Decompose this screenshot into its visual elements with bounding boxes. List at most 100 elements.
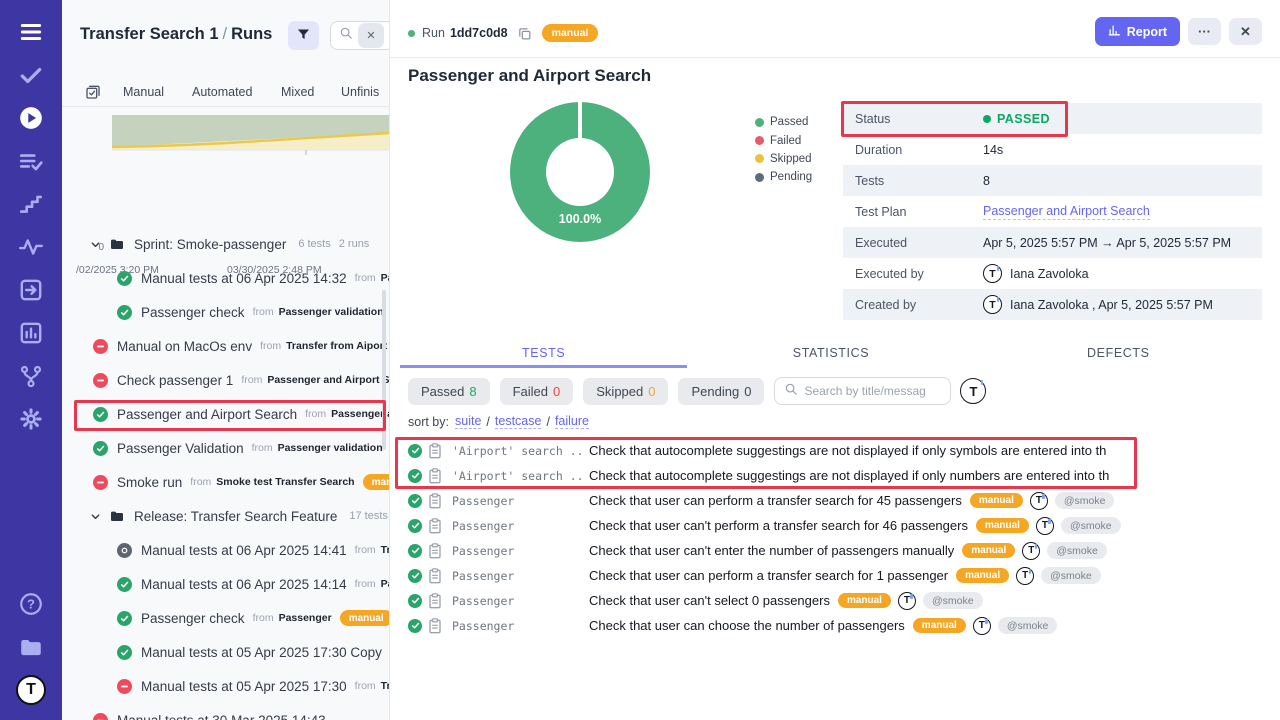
steps-icon[interactable] [0,190,62,218]
test-row[interactable]: PassengerCheck that user can perform a t… [408,488,1280,513]
tree-run-row[interactable]: Manual tests at 05 Apr 2025 17:30fromTra… [62,669,390,703]
test-row[interactable]: PassengerCheck that user can't perform a… [408,513,1280,538]
breadcrumb-project[interactable]: Transfer Search 1 [80,25,219,43]
detail-row-created-by: Created byTIana Zavoloka , Apr 5, 2025 5… [843,289,1262,320]
assignee-avatar[interactable]: T [960,378,986,404]
tree-run-row[interactable]: Passenger checkfromPassengermanual6 [62,601,390,635]
legend-label: Skipped [770,153,812,165]
detail-label: Duration [843,143,983,157]
chevron-down-icon[interactable] [90,239,101,250]
test-title[interactable]: Check that autocomplete suggestings are … [589,443,1106,458]
more-button[interactable]: ··· [1188,18,1221,45]
smoke-tag: @smoke [1055,492,1115,509]
tests-search-box[interactable] [774,377,951,405]
test-row[interactable]: 'Airport' search ...Check that autocompl… [408,463,1280,488]
results-donut-chart: 100.0% [510,102,650,242]
folder-icon[interactable] [0,633,62,661]
test-title[interactable]: Check that user can't select 0 passenger… [589,593,830,608]
tree-run-row[interactable]: Smoke runfromSmoke test Transfer Searchm… [62,465,390,499]
chevron-down-icon[interactable] [90,511,101,522]
runs-filter-tabs: Manual Automated Mixed Unfinis [62,80,389,107]
runs-tree: Sprint: Smoke-passenger6 tests2 runsManu… [62,227,390,720]
close-button[interactable]: ✕ [1229,18,1262,45]
tests-search-input[interactable] [804,384,939,398]
scrollbar-thumb[interactable] [382,290,386,450]
gear-icon[interactable] [0,405,62,433]
run-suite-name: Passenger validation [279,306,384,318]
test-owner-avatar[interactable]: T [1036,517,1054,535]
filter-chip-passed[interactable]: Passed8 [408,378,490,405]
check-icon[interactable] [0,61,62,89]
clear-search-button[interactable]: ✕ [358,23,384,48]
filter-chip-failed[interactable]: Failed0 [500,378,574,405]
manual-badge: manual [363,474,390,490]
tree-run-row[interactable]: Manual on MacOs envfromTransfer from Aip… [62,329,390,363]
test-row[interactable]: 'Airport' search ...Check that autocompl… [408,438,1280,463]
test-owner-avatar[interactable]: T [898,592,916,610]
test-title[interactable]: Check that autocomplete suggestings are … [589,468,1109,483]
select-all-icon[interactable] [85,84,101,105]
test-owner-avatar[interactable]: T [1030,492,1048,510]
tree-run-row[interactable]: Manual tests at 06 Apr 2025 14:14fromPas… [62,567,390,601]
tab-statistics[interactable]: STATISTICS [687,340,974,368]
tree-run-row[interactable]: Passenger and Airport SearchfromPassenge… [62,397,390,431]
play-icon[interactable] [0,104,62,132]
status-passed-icon [117,611,132,626]
test-title[interactable]: Check that user can perform a transfer s… [589,493,962,508]
status-passed-value: PASSED [983,112,1050,126]
tree-run-row[interactable]: Check passenger 1fromPassenger and Airpo… [62,363,390,397]
filter-chip-skipped[interactable]: Skipped0 [583,378,668,405]
user-avatar[interactable]: T [983,295,1002,314]
runs-tab-unfinis[interactable]: Unfinis [341,85,379,99]
runs-tab-automated[interactable]: Automated [192,85,252,99]
sidebar-rail: ?T [0,0,62,720]
run-status-dot [408,30,415,37]
test-row[interactable]: PassengerCheck that user can perform a t… [408,563,1280,588]
help-icon[interactable]: ? [0,590,62,618]
detail-row-executed: ExecutedApr 5, 2025 5:57 PM → Apr 5, 202… [843,227,1262,258]
tree-run-row[interactable]: Passenger checkfromPassenger validationm… [62,295,390,329]
app-logo[interactable]: T [0,676,62,704]
user-avatar[interactable]: T [983,264,1002,283]
test-owner-avatar[interactable]: T [973,617,991,635]
test-plan-link[interactable]: Passenger and Airport Search [983,204,1150,220]
copy-icon[interactable] [517,26,532,41]
report-button[interactable]: Report [1095,17,1180,46]
tree-run-row[interactable]: Passenger ValidationfromPassenger valida… [62,431,390,465]
tree-run-row[interactable]: Manual tests at 05 Apr 2025 17:30 Copyfr… [62,635,390,669]
tree-run-row[interactable]: Manual tests at 06 Apr 2025 14:32fromPas… [62,261,390,295]
run-details-table: StatusPASSEDDuration14sTests8Test PlanPa… [843,103,1262,320]
sort-link-failure[interactable]: failure [555,414,589,429]
test-row[interactable]: PassengerCheck that user can't select 0 … [408,588,1280,613]
runs-tab-manual[interactable]: Manual [123,85,164,99]
runs-tab-mixed[interactable]: Mixed [281,85,314,99]
bar-chart-icon[interactable] [0,319,62,347]
test-title[interactable]: Check that user can't perform a transfer… [589,518,968,533]
tree-run-row[interactable]: Manual tests at 06 Apr 2025 14:41fromTra… [62,533,390,567]
run-name: Passenger check [141,305,245,320]
run-name: Manual tests at 06 Apr 2025 14:14 [141,577,347,592]
test-title[interactable]: Check that user can choose the number of… [589,618,905,633]
branch-icon[interactable] [0,362,62,390]
tab-tests[interactable]: TESTS [400,340,687,368]
test-owner-avatar[interactable]: T [1022,542,1040,560]
tab-defects[interactable]: DEFECTS [975,340,1262,368]
list-check-icon[interactable] [0,147,62,175]
test-owner-avatar[interactable]: T [1016,567,1034,585]
tree-folder-row[interactable]: Sprint: Smoke-passenger6 tests2 runs [62,227,390,261]
sort-link-testcase[interactable]: testcase [495,414,542,429]
tree-folder-row[interactable]: Release: Transfer Search Feature17 tests… [62,499,390,533]
activity-icon[interactable] [0,233,62,261]
test-title[interactable]: Check that user can't enter the number o… [589,543,954,558]
test-row[interactable]: PassengerCheck that user can't enter the… [408,538,1280,563]
tree-run-row[interactable]: Manual tests at 30 Mar 2025 14:43 [62,703,390,720]
run-suite-name: Tran [381,544,390,556]
filter-chip-pending[interactable]: Pending0 [678,378,764,405]
filter-button[interactable] [288,21,319,50]
menu-icon[interactable] [0,18,62,46]
sign-in-icon[interactable] [0,276,62,304]
test-title[interactable]: Check that user can perform a transfer s… [589,568,948,583]
sort-link-suite[interactable]: suite [455,414,481,429]
run-name: Check passenger 1 [117,373,233,388]
test-row[interactable]: PassengerCheck that user can choose the … [408,613,1280,638]
